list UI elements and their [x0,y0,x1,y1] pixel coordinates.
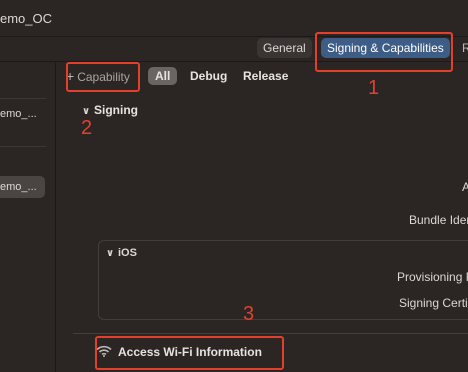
ios-signing-box: ∨ iOS Provisioning P Signing Certi [98,240,468,320]
filter-release[interactable]: Release [236,67,295,85]
capability-access-wifi[interactable]: Access Wi-Fi Information [96,345,262,360]
annotation-number: 1 [368,77,380,99]
chevron-down-icon: ∨ [106,248,115,259]
tab-general[interactable]: General [257,38,312,58]
tab-signing-capabilities[interactable]: Signing & Capabilities [321,38,450,58]
chevron-down-icon: ∨ [82,106,91,117]
tab-resource-tags[interactable]: R [462,38,468,58]
wifi-icon [96,345,112,360]
plus-icon: + [66,68,75,84]
sidebar-item-target[interactable]: emo_... [0,176,45,198]
section-divider [73,333,468,334]
capability-title: Access Wi-Fi Information [118,345,262,359]
capability-filter-bar: + Capability All Debug Release [56,62,468,90]
sidebar-divider [0,146,46,147]
title-bar: emo_OC [0,0,468,37]
ios-header[interactable]: ∨ iOS [106,247,137,259]
annotation-number: 2 [81,117,93,139]
signing-section-header[interactable]: ∨ Signing [82,103,138,117]
filter-all[interactable]: All [148,67,178,85]
signing-section-title: Signing [94,103,138,117]
project-title: emo_OC [0,11,53,26]
signing-row-label: A [462,180,468,194]
add-capability-label: Capability [77,70,130,84]
sidebar-divider [0,98,46,99]
add-capability-button[interactable]: + Capability [66,67,130,85]
annotation-number: 3 [243,303,255,325]
ios-title: iOS [118,247,137,259]
bundle-identifier-label: Bundle Ider [409,213,468,227]
project-sidebar: emo_... emo_... [0,62,56,372]
sidebar-item-project[interactable]: emo_... [0,103,37,125]
filter-debug[interactable]: Debug [183,67,234,85]
provisioning-profile-label: Provisioning P [397,270,468,284]
editor-tab-bar: General Signing & Capabilities R [0,36,468,62]
signing-certificate-label: Signing Certi [399,296,468,310]
xcode-window: emo_OC General Signing & Capabilities R … [0,0,468,372]
